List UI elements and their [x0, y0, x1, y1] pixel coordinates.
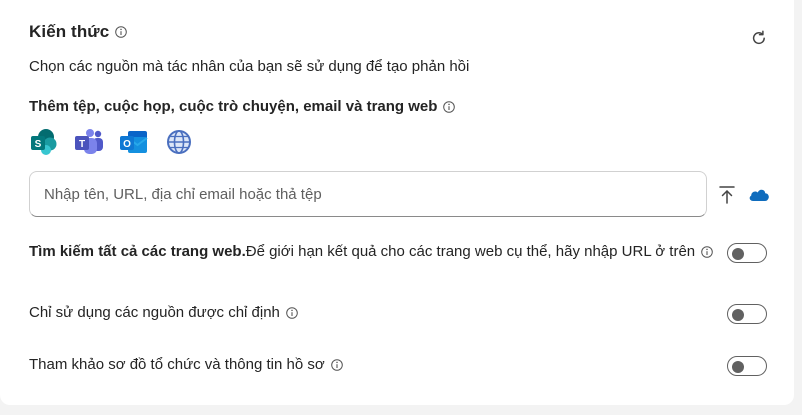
search-all-web-option: Tìm kiếm tất cả các trang web. Để giới h… — [29, 243, 713, 260]
upload-icon[interactable] — [718, 185, 736, 205]
option-label: Tham khảo sơ đồ tổ chức và thông tin hồ … — [29, 356, 325, 373]
option-label: Để giới hạn kết quả cho các trang web cụ… — [245, 243, 696, 260]
org-chart-toggle[interactable] — [727, 356, 767, 376]
search-all-web-toggle[interactable] — [727, 243, 767, 263]
info-icon[interactable] — [701, 245, 713, 258]
option-label: Chỉ sử dụng các nguồn được chỉ định — [29, 304, 280, 321]
teams-icon[interactable]: T — [74, 127, 104, 157]
info-icon[interactable] — [443, 100, 456, 113]
org-chart-option: Tham khảo sơ đồ tổ chức và thông tin hồ … — [29, 356, 343, 373]
sharepoint-letter: S — [35, 139, 42, 150]
info-icon[interactable] — [286, 306, 298, 319]
add-sources-heading: Thêm tệp, cuộc họp, cuộc trò chuyện, ema… — [29, 98, 438, 115]
toggle-knob — [732, 248, 744, 260]
info-icon[interactable] — [115, 26, 128, 38]
knowledge-card: Kiến thức Chọn các nguồn mà tác nhân của… — [0, 0, 794, 405]
only-specified-sources-toggle[interactable] — [727, 304, 767, 324]
option-bold-label: Tìm kiếm tất cả các trang web. — [29, 243, 246, 260]
teams-letter: T — [79, 139, 85, 150]
sharepoint-icon[interactable]: S — [29, 127, 59, 157]
add-sources-header: Thêm tệp, cuộc họp, cuộc trò chuyện, ema… — [29, 98, 456, 115]
globe-icon[interactable] — [164, 127, 194, 157]
toggle-knob — [732, 361, 744, 373]
source-search-input[interactable] — [29, 171, 707, 217]
source-app-list: S T O — [29, 127, 194, 157]
onedrive-icon[interactable] — [748, 186, 770, 202]
only-specified-sources-option: Chỉ sử dụng các nguồn được chỉ định — [29, 304, 298, 321]
outlook-icon[interactable]: O — [119, 127, 149, 157]
toggle-knob — [732, 309, 744, 321]
section-description: Chọn các nguồn mà tác nhân của bạn sẽ sử… — [29, 58, 470, 75]
refresh-icon[interactable] — [750, 29, 768, 47]
section-title: Kiến thức — [29, 22, 110, 41]
info-icon[interactable] — [330, 358, 343, 371]
knowledge-header: Kiến thức — [29, 22, 128, 42]
outlook-letter: O — [123, 139, 131, 150]
